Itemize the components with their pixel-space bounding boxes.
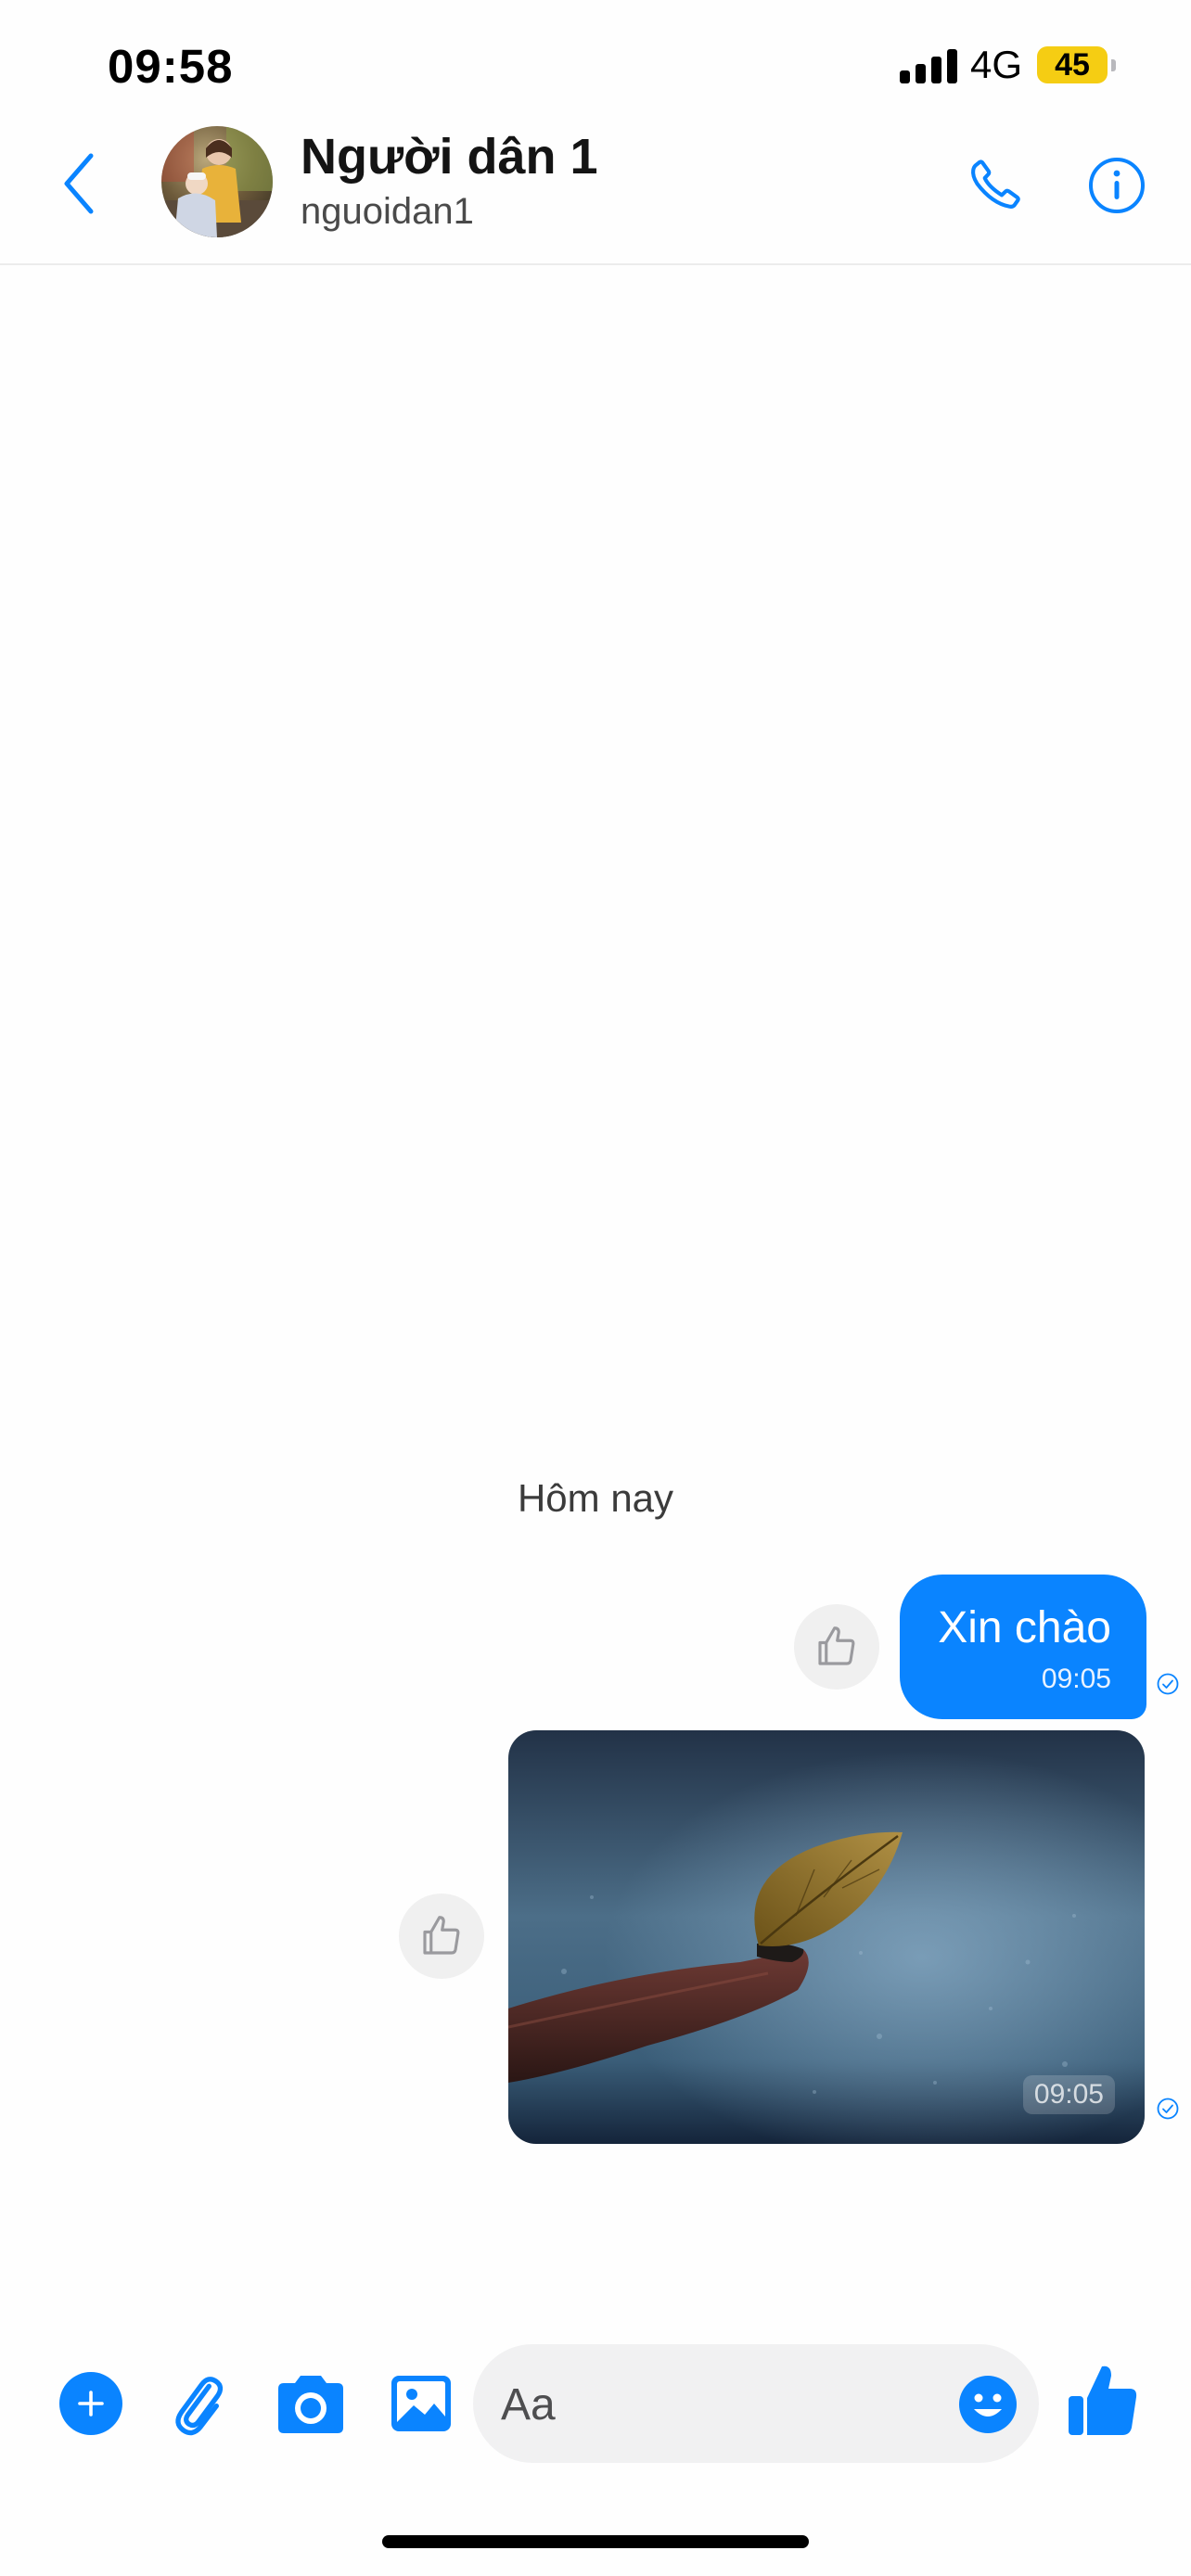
composer-bar xyxy=(473,2344,1039,2465)
sent-check-icon xyxy=(1157,1673,1179,1695)
battery-icon: 45 xyxy=(1037,46,1108,83)
back-button[interactable] xyxy=(54,147,109,221)
thumbs-up-outline-icon xyxy=(423,1916,460,1955)
plus-icon xyxy=(78,2391,104,2417)
message-text: Xin chào xyxy=(938,1603,1111,1652)
avatar-photo xyxy=(161,126,273,237)
attach-file-button[interactable] xyxy=(167,2366,226,2441)
thumbs-up-icon xyxy=(1069,2366,1137,2435)
image-icon xyxy=(391,2376,451,2431)
smile-icon xyxy=(959,2376,1017,2433)
signal-icon xyxy=(900,48,959,83)
battery-level: 45 xyxy=(1055,47,1090,83)
home-indicator xyxy=(382,2535,809,2548)
header-divider xyxy=(0,263,1191,265)
emoji-button[interactable] xyxy=(957,2374,1018,2435)
network-type: 4G xyxy=(970,43,1023,86)
paperclip-icon xyxy=(175,2377,224,2436)
phone-icon xyxy=(971,159,1020,209)
thumbs-up-outline-icon xyxy=(818,1626,855,1665)
sent-check-icon xyxy=(1157,2098,1179,2120)
more-actions-button[interactable] xyxy=(59,2372,122,2435)
battery-cap xyxy=(1111,59,1116,71)
info-icon xyxy=(1089,158,1145,213)
send-like-button[interactable] xyxy=(1065,2361,1139,2439)
react-button[interactable] xyxy=(399,1894,484,1979)
chevron-left-icon xyxy=(64,153,94,214)
message-time: 09:05 xyxy=(1041,1664,1111,1694)
react-button[interactable] xyxy=(794,1604,879,1690)
contact-username: nguoidan1 xyxy=(301,191,474,232)
camera-icon xyxy=(278,2376,343,2433)
message-bubble-outgoing[interactable]: Xin chào 09:05 xyxy=(900,1575,1146,1719)
message-image[interactable]: 09:05 xyxy=(508,1730,1145,2144)
avatar[interactable] xyxy=(161,126,273,237)
info-button[interactable] xyxy=(1087,156,1146,215)
status-time: 09:58 xyxy=(108,40,234,93)
message-input[interactable] xyxy=(499,2344,929,2465)
message-time: 09:05 xyxy=(1022,2075,1115,2114)
call-button[interactable] xyxy=(967,156,1024,213)
gallery-button[interactable] xyxy=(388,2370,455,2437)
day-separator: Hôm nay xyxy=(517,1476,674,1520)
contact-name[interactable]: Người dân 1 xyxy=(301,128,598,185)
camera-button[interactable] xyxy=(271,2370,351,2437)
